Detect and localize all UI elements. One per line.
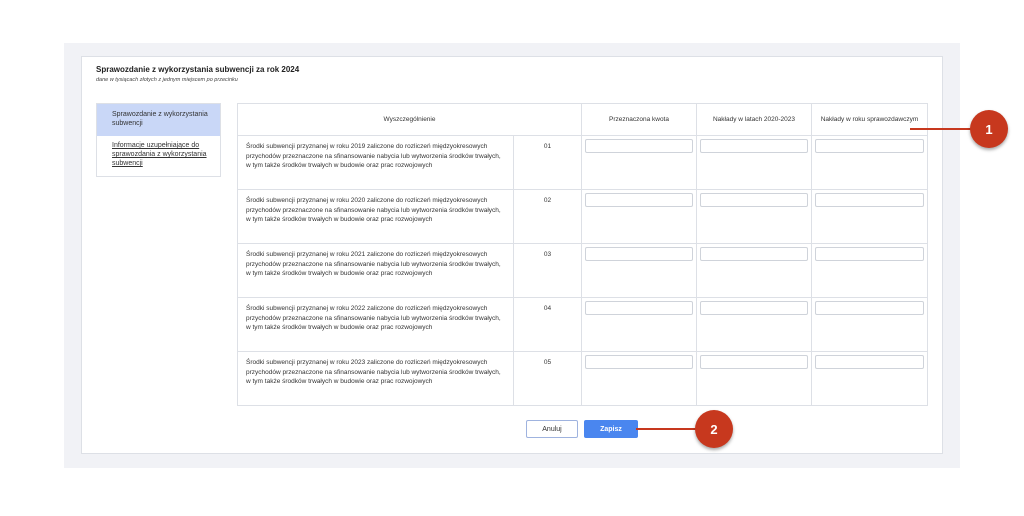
column-header-expenditure-reporting-year: Nakłady w roku sprawozdawczym: [811, 103, 928, 136]
column-header-description: Wyszczególnienie: [237, 103, 582, 136]
allocated-amount-input[interactable]: [585, 247, 693, 261]
page-title: Sprawozdanie z wykorzystania subwencji z…: [96, 65, 300, 74]
callout-2-line: [636, 428, 698, 430]
table-row: Środki subwencji przyznanej w roku 2019 …: [237, 135, 928, 190]
row-description: Środki subwencji przyznanej w roku 2019 …: [237, 135, 514, 190]
allocated-amount-input[interactable]: [585, 193, 693, 207]
row-description: Środki subwencji przyznanej w roku 2022 …: [237, 297, 514, 352]
table-row: Środki subwencji przyznanej w roku 2022 …: [237, 297, 928, 352]
expenditure-reporting-year-input[interactable]: [815, 139, 924, 153]
row-code: 01: [513, 135, 582, 190]
expenditure-2020-2023-input[interactable]: [700, 247, 808, 261]
expenditure-2020-2023-input[interactable]: [700, 139, 808, 153]
allocated-amount-input[interactable]: [585, 355, 693, 369]
expenditure-reporting-year-input[interactable]: [815, 247, 924, 261]
save-button[interactable]: Zapisz: [584, 420, 638, 438]
expenditure-reporting-year-input[interactable]: [815, 193, 924, 207]
side-navigation: Sprawozdanie z wykorzystania subwencji I…: [96, 103, 221, 177]
sidebar-item-report[interactable]: Sprawozdanie z wykorzystania subwencji: [97, 104, 220, 136]
row-code: 03: [513, 243, 582, 298]
row-description: Środki subwencji przyznanej w roku 2023 …: [237, 351, 514, 406]
callout-1-line: [910, 128, 972, 130]
table-row: Środki subwencji przyznanej w roku 2021 …: [237, 243, 928, 298]
allocated-amount-input[interactable]: [585, 301, 693, 315]
table-row: Środki subwencji przyznanej w roku 2020 …: [237, 189, 928, 244]
row-code: 04: [513, 297, 582, 352]
column-header-allocated-amount: Przeznaczona kwota: [581, 103, 697, 136]
row-description: Środki subwencji przyznanej w roku 2021 …: [237, 243, 514, 298]
expenditure-reporting-year-input[interactable]: [815, 301, 924, 315]
row-code: 05: [513, 351, 582, 406]
row-description: Środki subwencji przyznanej w roku 2020 …: [237, 189, 514, 244]
report-table: Wyszczególnienie Przeznaczona kwota Nakł…: [237, 103, 928, 406]
expenditure-2020-2023-input[interactable]: [700, 301, 808, 315]
sidebar-item-label: Sprawozdanie z wykorzystania subwencji: [112, 111, 208, 127]
table-header-row: Wyszczególnienie Przeznaczona kwota Nakł…: [237, 103, 928, 136]
column-header-expenditure-2020-2023: Nakłady w latach 2020-2023: [696, 103, 812, 136]
callout-1-badge: 1: [970, 110, 1008, 148]
expenditure-2020-2023-input[interactable]: [700, 193, 808, 207]
expenditure-2020-2023-input[interactable]: [700, 355, 808, 369]
row-code: 02: [513, 189, 582, 244]
cancel-button[interactable]: Anuluj: [526, 420, 578, 438]
sidebar-item-supplementary-info[interactable]: Informacje uzupełniające do sprawozdania…: [112, 141, 212, 168]
callout-2-badge: 2: [695, 410, 733, 448]
allocated-amount-input[interactable]: [585, 139, 693, 153]
table-row: Środki subwencji przyznanej w roku 2023 …: [237, 351, 928, 406]
expenditure-reporting-year-input[interactable]: [815, 355, 924, 369]
page-subtitle: dane w tysiącach złotych z jednym miejsc…: [96, 77, 238, 83]
